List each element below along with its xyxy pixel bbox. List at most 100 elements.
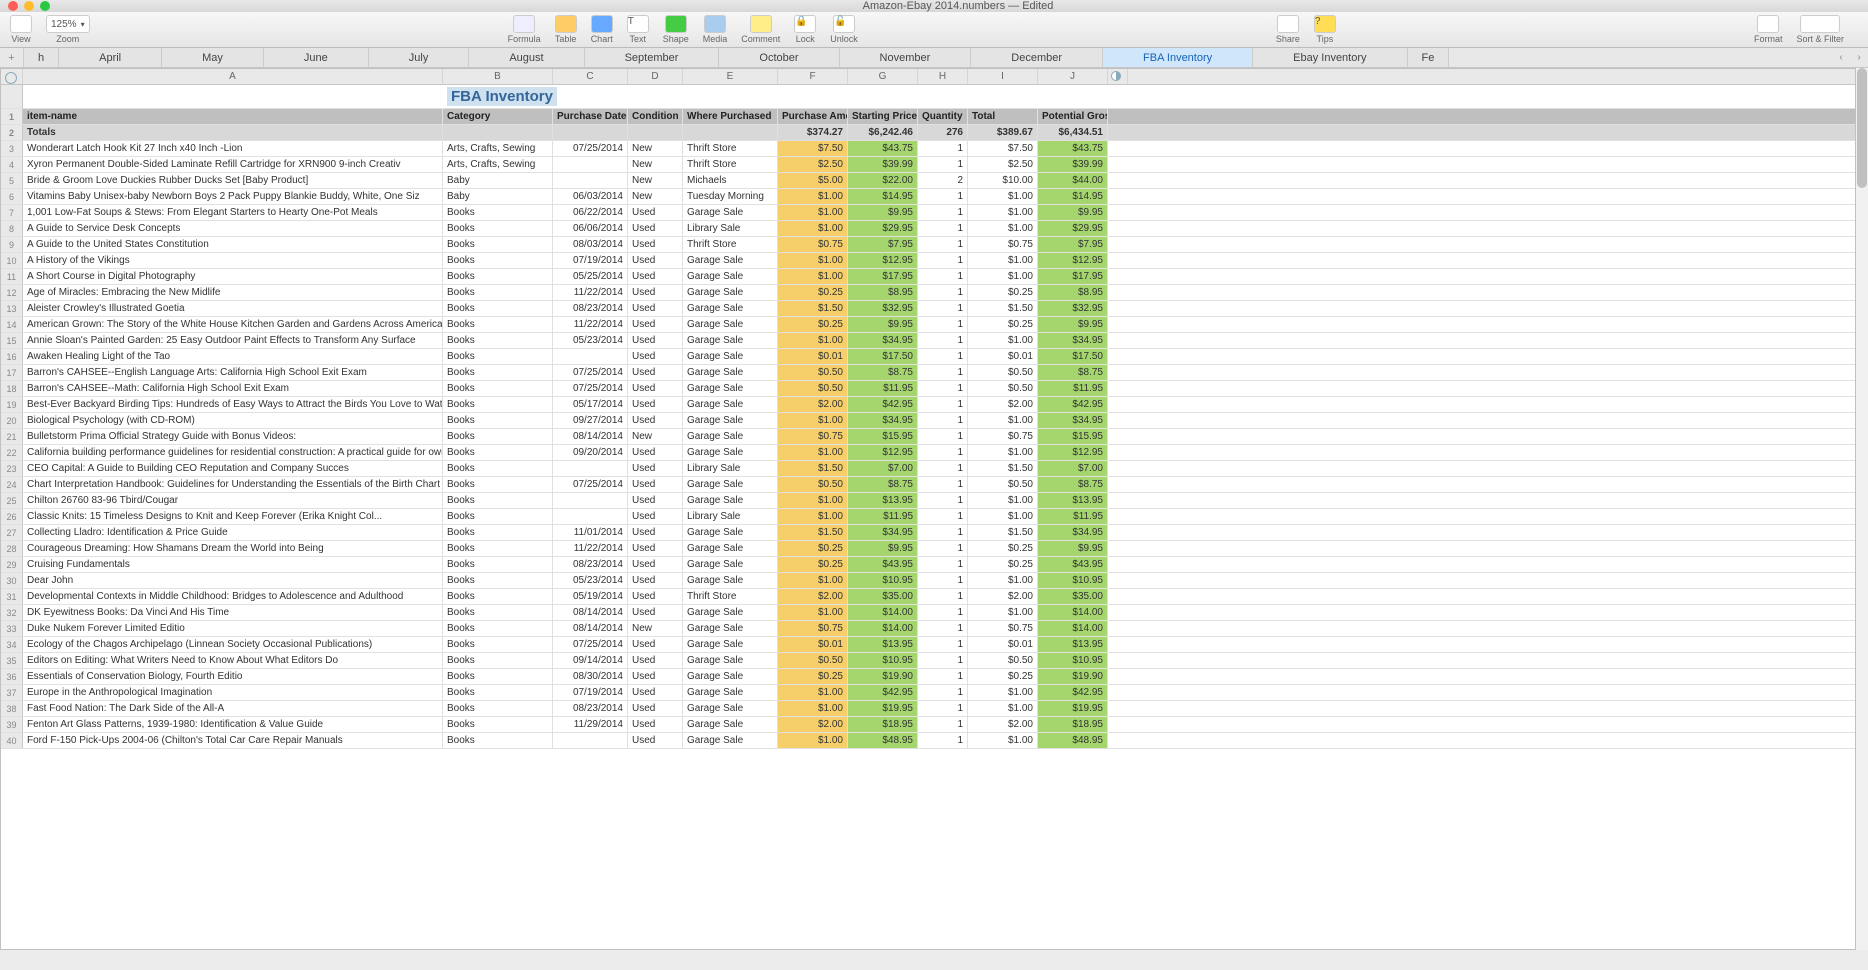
cell-item[interactable]: Bulletstorm Prima Official Strategy Guid… xyxy=(23,429,443,444)
cell-item[interactable]: Classic Knits: 15 Timeless Designs to Kn… xyxy=(23,509,443,524)
cell-gross[interactable]: $7.95 xyxy=(1038,237,1108,252)
cell-item[interactable]: Age of Miracles: Embracing the New Midli… xyxy=(23,285,443,300)
cell-total[interactable]: $0.25 xyxy=(968,317,1038,332)
cell-qty[interactable]: 1 xyxy=(918,605,968,620)
cell-total[interactable]: $1.00 xyxy=(968,701,1038,716)
cell-amount[interactable]: $2.00 xyxy=(778,397,848,412)
chart-button[interactable]: Chart xyxy=(591,15,613,44)
col-J[interactable]: J xyxy=(1038,69,1108,84)
row-num[interactable]: 40 xyxy=(1,733,23,748)
cell-total[interactable]: $0.50 xyxy=(968,477,1038,492)
cell-category[interactable]: Books xyxy=(443,381,553,396)
minimize-icon[interactable] xyxy=(24,1,34,11)
cell-date[interactable]: 11/22/2014 xyxy=(553,541,628,556)
col-H[interactable]: H xyxy=(918,69,968,84)
cell-date[interactable]: 08/03/2014 xyxy=(553,237,628,252)
cell-where[interactable]: Garage Sale xyxy=(683,717,778,732)
cell-condition[interactable]: Used xyxy=(628,237,683,252)
cell-amount[interactable]: $0.25 xyxy=(778,541,848,556)
cell-where[interactable]: Garage Sale xyxy=(683,493,778,508)
cell-condition[interactable]: Used xyxy=(628,669,683,684)
cell-item[interactable]: Biological Psychology (with CD-ROM) xyxy=(23,413,443,428)
cell-starting[interactable]: $17.50 xyxy=(848,349,918,364)
close-icon[interactable] xyxy=(8,1,18,11)
cell-qty[interactable]: 1 xyxy=(918,205,968,220)
cell-item[interactable]: Awaken Healing Light of the Tao xyxy=(23,349,443,364)
cell-qty[interactable]: 1 xyxy=(918,397,968,412)
comment-button[interactable]: Comment xyxy=(741,15,780,44)
cell-date[interactable]: 09/27/2014 xyxy=(553,413,628,428)
tab-november[interactable]: November xyxy=(840,48,972,67)
cell-date[interactable]: 11/01/2014 xyxy=(553,525,628,540)
tab-next[interactable]: › xyxy=(1850,48,1868,67)
cell-total[interactable]: $2.50 xyxy=(968,157,1038,172)
cell-gross[interactable]: $9.95 xyxy=(1038,317,1108,332)
cell-amount[interactable]: $0.25 xyxy=(778,557,848,572)
tab-ebay-inventory[interactable]: Ebay Inventory xyxy=(1253,48,1407,67)
row-num[interactable]: 17 xyxy=(1,365,23,380)
col-C[interactable]: C xyxy=(553,69,628,84)
row-num[interactable]: 7 xyxy=(1,205,23,220)
cell-where[interactable]: Garage Sale xyxy=(683,685,778,700)
row-num[interactable]: 21 xyxy=(1,429,23,444)
cell-category[interactable]: Books xyxy=(443,605,553,620)
cell-date[interactable]: 08/23/2014 xyxy=(553,557,628,572)
cell-gross[interactable]: $15.95 xyxy=(1038,429,1108,444)
cell-date[interactable]: 05/25/2014 xyxy=(553,269,628,284)
cell-total[interactable]: $0.25 xyxy=(968,557,1038,572)
cell-where[interactable]: Garage Sale xyxy=(683,621,778,636)
cell-condition[interactable]: Used xyxy=(628,525,683,540)
cell-condition[interactable]: Used xyxy=(628,301,683,316)
cell-where[interactable]: Tuesday Morning xyxy=(683,189,778,204)
cell-starting[interactable]: $7.95 xyxy=(848,237,918,252)
cell-total[interactable]: $1.00 xyxy=(968,205,1038,220)
tab-august[interactable]: August xyxy=(469,48,584,67)
cell-item[interactable]: Aleister Crowley's Illustrated Goetia xyxy=(23,301,443,316)
cell-amount[interactable]: $2.00 xyxy=(778,717,848,732)
cell-category[interactable]: Books xyxy=(443,541,553,556)
cell-qty[interactable]: 1 xyxy=(918,525,968,540)
cell-gross[interactable]: $12.95 xyxy=(1038,445,1108,460)
cell-date[interactable]: 08/14/2014 xyxy=(553,605,628,620)
cell-date[interactable]: 06/03/2014 xyxy=(553,189,628,204)
cell-category[interactable]: Books xyxy=(443,701,553,716)
cell-amount[interactable]: $1.00 xyxy=(778,445,848,460)
cell-starting[interactable]: $42.95 xyxy=(848,397,918,412)
cell-date[interactable] xyxy=(553,461,628,476)
row-num[interactable]: 16 xyxy=(1,349,23,364)
cell-starting[interactable]: $9.95 xyxy=(848,317,918,332)
cell-where[interactable]: Thrift Store xyxy=(683,237,778,252)
totals-starting[interactable]: $6,242.46 xyxy=(848,125,918,140)
cell-condition[interactable]: Used xyxy=(628,701,683,716)
cell-where[interactable]: Garage Sale xyxy=(683,269,778,284)
cell-total[interactable]: $1.50 xyxy=(968,301,1038,316)
cell-item[interactable]: CEO Capital: A Guide to Building CEO Rep… xyxy=(23,461,443,476)
vertical-scrollbar[interactable] xyxy=(1856,68,1868,950)
cell-condition[interactable]: Used xyxy=(628,333,683,348)
cell-qty[interactable]: 1 xyxy=(918,573,968,588)
col-I[interactable]: I xyxy=(968,69,1038,84)
cell-where[interactable]: Michaels xyxy=(683,173,778,188)
cell-gross[interactable]: $8.75 xyxy=(1038,477,1108,492)
cell-starting[interactable]: $22.00 xyxy=(848,173,918,188)
cell-starting[interactable]: $10.95 xyxy=(848,653,918,668)
cell-gross[interactable]: $10.95 xyxy=(1038,653,1108,668)
cell-where[interactable]: Garage Sale xyxy=(683,365,778,380)
col-F[interactable]: F xyxy=(778,69,848,84)
cell-where[interactable]: Garage Sale xyxy=(683,317,778,332)
cell-amount[interactable]: $1.00 xyxy=(778,509,848,524)
cell-item[interactable]: Chart Interpretation Handbook: Guideline… xyxy=(23,477,443,492)
cell-date[interactable]: 08/23/2014 xyxy=(553,701,628,716)
cell-where[interactable]: Garage Sale xyxy=(683,477,778,492)
cell-category[interactable]: Books xyxy=(443,461,553,476)
row-num[interactable]: 32 xyxy=(1,605,23,620)
zoom-control[interactable]: 125% Zoom xyxy=(46,15,90,44)
cell-item[interactable]: A Short Course in Digital Photography xyxy=(23,269,443,284)
row-num[interactable]: 6 xyxy=(1,189,23,204)
cell-amount[interactable]: $1.00 xyxy=(778,573,848,588)
cell-amount[interactable]: $0.50 xyxy=(778,365,848,380)
cell-item[interactable]: Wonderart Latch Hook Kit 27 Inch x40 Inc… xyxy=(23,141,443,156)
cell-qty[interactable]: 2 xyxy=(918,173,968,188)
cell-where[interactable]: Garage Sale xyxy=(683,381,778,396)
cell-date[interactable]: 07/25/2014 xyxy=(553,141,628,156)
